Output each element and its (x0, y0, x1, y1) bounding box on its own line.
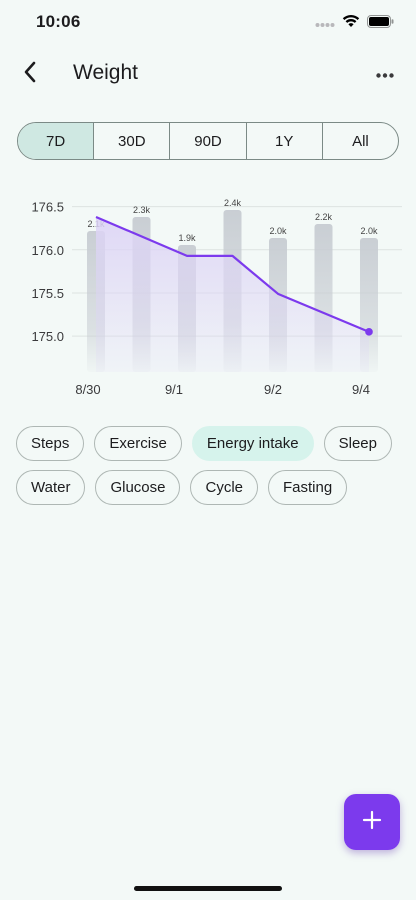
home-indicator (134, 886, 282, 891)
range-tab-90d[interactable]: 90D (170, 123, 247, 159)
range-tab-1y[interactable]: 1Y (247, 123, 323, 159)
battery-icon (367, 14, 394, 33)
chip-cycle[interactable]: Cycle (190, 470, 258, 505)
range-segmented-control: 7D 30D 90D 1Y All (17, 122, 399, 160)
chip-energy-intake[interactable]: Energy intake (191, 426, 314, 461)
more-button[interactable] (368, 58, 402, 90)
bar-value-label: 1.9k (178, 233, 196, 243)
metric-chips: Steps Exercise Energy intake Sleep Water Gluc… (16, 426, 406, 505)
range-tab-30d[interactable]: 30D (94, 123, 171, 159)
x-tick-label: 9/1 (165, 382, 183, 397)
chip-glucose[interactable]: Glucose (95, 470, 181, 505)
chip-water[interactable]: Water (16, 470, 86, 505)
weight-chart: 175.0175.5176.0176.52.1k2.3k1.9k2.4k2.0k… (0, 190, 416, 405)
x-tick-label: 9/4 (352, 382, 370, 397)
y-tick-label: 175.0 (31, 329, 64, 344)
bar-value-label: 2.0k (269, 226, 287, 236)
status-time: 10:06 (36, 12, 81, 31)
bar-value-label: 2.3k (133, 205, 151, 215)
add-button[interactable] (344, 794, 400, 850)
x-tick-label: 8/30 (75, 382, 100, 397)
y-tick-label: 176.0 (31, 243, 64, 258)
status-icons (315, 14, 394, 33)
ellipsis-icon (376, 65, 394, 83)
status-bar: 10:06 (0, 0, 416, 46)
bar-value-label: 2.0k (360, 226, 378, 236)
range-tab-all[interactable]: All (323, 123, 398, 159)
weight-point (365, 328, 373, 336)
page-title: Weight (73, 61, 138, 84)
wifi-icon (342, 14, 360, 33)
y-tick-label: 176.5 (31, 200, 64, 215)
range-tab-7d[interactable]: 7D (18, 123, 95, 159)
chip-sleep[interactable]: Sleep (323, 426, 392, 461)
nav-bar: Weight (0, 52, 416, 96)
chip-steps[interactable]: Steps (16, 426, 85, 461)
chart-canvas: 175.0175.5176.0176.52.1k2.3k1.9k2.4k2.0k… (31, 198, 402, 397)
chip-exercise[interactable]: Exercise (94, 426, 182, 461)
x-tick-label: 9/2 (264, 382, 282, 397)
y-tick-label: 175.5 (31, 286, 64, 301)
chevron-left-icon (23, 61, 37, 88)
chip-fasting[interactable]: Fasting (268, 470, 348, 505)
back-button[interactable] (14, 58, 46, 90)
bar-value-label: 2.4k (224, 198, 242, 208)
signal-dots-icon (315, 15, 335, 33)
plus-icon (362, 810, 382, 835)
bar-value-label: 2.2k (315, 212, 333, 222)
